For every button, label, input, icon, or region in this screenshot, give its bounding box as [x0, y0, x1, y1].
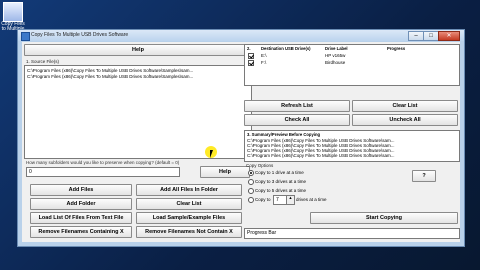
drive-label: HP v165w	[325, 53, 346, 58]
mouse-pointer-icon	[210, 150, 216, 158]
radio-copy-5-label: Copy to 5 drives at a time	[255, 188, 307, 193]
app-window: Copy Files To Multiple USB Drives Softwa…	[17, 29, 465, 247]
list-item[interactable]: C:\Program Files (x86)\Copy Files To Mul…	[27, 68, 193, 73]
radio-copy-custom-prefix: Copy to	[255, 197, 271, 202]
start-copying-button[interactable]: Start Copying	[310, 212, 458, 224]
drive-label: Birdhouse	[325, 60, 346, 65]
add-all-files-in-folder-button[interactable]: Add All Files In Folder	[136, 184, 242, 196]
summary-preview-list[interactable]: 3. Summary/Preview Before Copying C:\Pro…	[244, 130, 460, 162]
destination-drives-list[interactable]: 2. Destination USB Drive(s) Drive Label …	[244, 44, 460, 86]
load-sample-files-button[interactable]: Load Sample/Example Files	[136, 212, 242, 224]
radio-copy-custom-suffix: drives at a time	[296, 197, 327, 202]
drives-list-label: 2.	[247, 46, 251, 51]
radio-copy-1[interactable]	[248, 170, 254, 176]
refresh-list-button[interactable]: Refresh List	[244, 100, 350, 112]
remove-not-containing-button[interactable]: Remove Filenames Not Contain X	[136, 226, 242, 238]
maximize-button[interactable]: □	[423, 31, 439, 41]
add-folder-button[interactable]: Add Folder	[30, 198, 132, 210]
subfolders-help-button[interactable]: Help	[200, 166, 250, 178]
copy-options-label: Copy Options	[246, 163, 274, 168]
summary-label: 3. Summary/Preview Before Copying	[247, 132, 321, 137]
drive-letter[interactable]: F:\	[261, 60, 266, 65]
title-bar[interactable]: Copy Files To Multiple USB Drives Softwa…	[18, 30, 464, 41]
clear-drive-list-button[interactable]: Clear List	[352, 100, 458, 112]
close-button[interactable]: ✕	[438, 31, 460, 41]
window-title: Copy Files To Multiple USB Drives Softwa…	[31, 32, 129, 38]
drive-count-spinner[interactable]: ▲	[286, 195, 295, 205]
custom-drive-count-input[interactable]: 7	[273, 195, 287, 205]
drive-letter[interactable]: E:\	[261, 53, 267, 58]
source-files-list[interactable]: C:\Program Files (x86)\Copy Files To Mul…	[24, 65, 252, 159]
list-item[interactable]: C:\Program Files (x86)\Copy Files To Mul…	[247, 153, 394, 158]
load-list-from-text-button[interactable]: Load List Of Files From Text File	[30, 212, 132, 224]
check-all-button[interactable]: Check All	[244, 114, 350, 126]
desktop-shortcut-icon[interactable]	[3, 2, 23, 22]
progress-bar: Progress Bar	[244, 228, 460, 239]
radio-copy-1-label: Copy to 1 drive at a time	[255, 170, 304, 175]
drive-checkbox[interactable]	[248, 60, 254, 66]
copy-options-help-button[interactable]: ?	[412, 170, 436, 182]
window-client: Help 1. Source File(s) C:\Program Files …	[22, 42, 460, 242]
column-header-label[interactable]: Drive Label	[325, 46, 348, 51]
drive-checkbox[interactable]	[248, 53, 254, 59]
add-files-button[interactable]: Add Files	[30, 184, 132, 196]
uncheck-all-button[interactable]: Uncheck All	[352, 114, 458, 126]
radio-copy-5[interactable]	[248, 188, 254, 194]
radio-copy-custom[interactable]	[248, 197, 254, 203]
clear-source-list-button[interactable]: Clear List	[136, 198, 242, 210]
minimize-button[interactable]: –	[408, 31, 424, 41]
column-header-progress[interactable]: Progress	[387, 46, 405, 51]
app-icon	[21, 32, 30, 41]
radio-copy-3-label: Copy to 3 drives at a time	[255, 179, 307, 184]
list-item[interactable]: C:\Program Files (x86)\Copy Files To Mul…	[27, 74, 193, 79]
source-files-label: 1. Source File(s)	[26, 59, 60, 64]
subfolders-input[interactable]: 0	[26, 167, 180, 177]
column-header-drive[interactable]: Destination USB Drive(s)	[261, 46, 311, 51]
subfolders-question: How many subfolders would you like to pr…	[26, 160, 180, 165]
radio-copy-3[interactable]	[248, 179, 254, 185]
help-button[interactable]: Help	[24, 44, 252, 56]
remove-containing-button[interactable]: Remove Filenames Containing X	[30, 226, 132, 238]
